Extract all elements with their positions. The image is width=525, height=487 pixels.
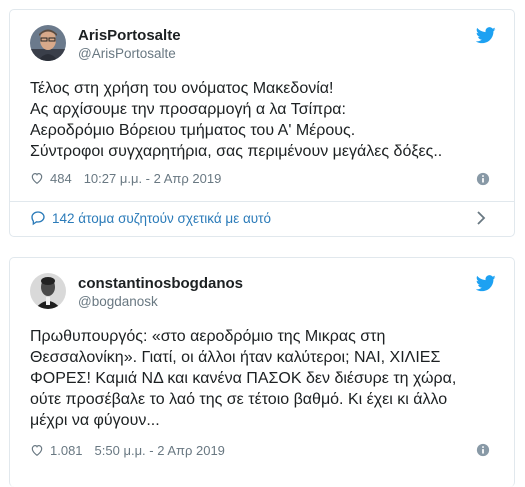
display-name[interactable]: ArisPortosalte: [78, 27, 181, 44]
tweet-card[interactable]: constantinosbogdanos @bogdanosk Πρωθυπου…: [9, 257, 515, 487]
heart-icon[interactable]: [30, 443, 44, 457]
avatar[interactable]: [30, 273, 66, 309]
heart-icon[interactable]: [30, 171, 44, 185]
like-count[interactable]: 1.081: [50, 443, 83, 458]
tweet-card[interactable]: ArisPortosalte @ArisPortosalte Τέλος στη…: [9, 9, 515, 237]
tweet-header: constantinosbogdanos @bogdanosk: [30, 273, 496, 309]
tweet-meta: 1.081 5:50 μ.μ. - 2 Απρ 2019: [30, 441, 225, 459]
tweet-header: ArisPortosalte @ArisPortosalte: [30, 25, 496, 61]
twitter-bird-icon[interactable]: [476, 275, 496, 292]
display-name[interactable]: constantinosbogdanos: [78, 275, 243, 292]
tweet-line: ΦΟΡΕΣ! Καμιά ΝΔ και κανένα ΠΑΣΟΚ δεν διέ…: [30, 370, 457, 387]
tweet-line: Σύντροφοι συγχαρητήρια, σας περιμένουν μ…: [30, 143, 443, 160]
tweet-meta: 484 10:27 μ.μ. - 2 Απρ 2019: [30, 169, 221, 187]
tweet-line: Θεσσαλονίκη». Γιατί, οι άλλοι ήταν καλύτ…: [30, 349, 441, 366]
tweet-line: Ας αρχίσουμε την προσαρμογή α λα Τσίπρα:: [30, 101, 346, 118]
timestamp[interactable]: 5:50 μ.μ. - 2 Απρ 2019: [95, 443, 225, 458]
like-count[interactable]: 484: [50, 171, 72, 186]
tweet-line: Τέλος στη χρήση του ονόματος Μακεδονία!: [30, 80, 334, 97]
tweet-text: Τέλος στη χρήση του ονόματος Μακεδονία! …: [30, 78, 490, 162]
user-handle[interactable]: @bogdanosk: [78, 294, 158, 309]
user-handle[interactable]: @ArisPortosalte: [78, 46, 176, 61]
divider: [10, 201, 514, 202]
tweet-line: Πρωθυπουργός: «στο αεροδρόμιο της Μικρας…: [30, 328, 386, 345]
chevron-right-icon[interactable]: [476, 211, 486, 225]
tweet-line: ούτε προσέβαλε το λαό της σε τέτοιο βαθμ…: [30, 391, 448, 408]
avatar[interactable]: [30, 25, 66, 61]
comment-bubble-icon: [31, 211, 45, 226]
info-icon[interactable]: [476, 443, 490, 457]
timestamp[interactable]: 10:27 μ.μ. - 2 Απρ 2019: [84, 171, 222, 186]
tweet-line: Αεροδρόμιο Βόρειου τμήματος του Α' Μέρου…: [30, 122, 356, 139]
twitter-bird-icon[interactable]: [476, 27, 496, 44]
tweet-text: Πρωθυπουργός: «στο αεροδρόμιο της Μικρας…: [30, 326, 490, 431]
conversation-link[interactable]: 142 άτομα συζητούν σχετικά με αυτό: [30, 208, 271, 228]
conversation-label: 142 άτομα συζητούν σχετικά με αυτό: [52, 210, 272, 226]
tweet-line: μέχρι να φύγουν...: [30, 412, 160, 429]
info-icon[interactable]: [476, 172, 490, 186]
